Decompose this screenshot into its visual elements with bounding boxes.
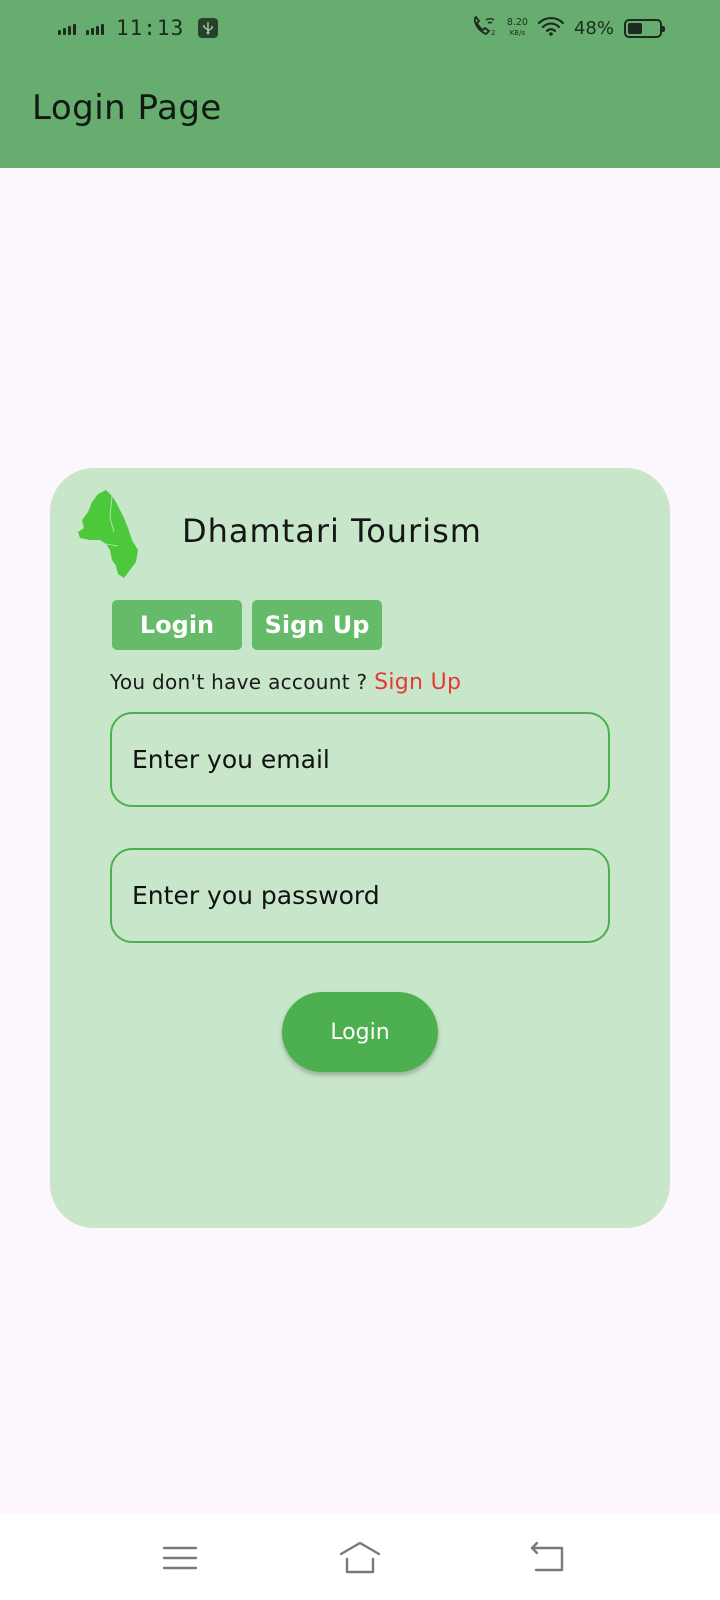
password-field[interactable] (110, 848, 610, 943)
status-time: 11:13 (116, 16, 185, 40)
navigation-bar (0, 1514, 720, 1600)
login-screen: 11:13 2 8.20 KB/s 48% Login Page Dhamtar… (0, 0, 720, 1600)
home-icon[interactable] (338, 1538, 381, 1578)
app-header: 11:13 2 8.20 KB/s 48% Login Page (0, 0, 720, 168)
battery-fill (628, 22, 642, 34)
page-title: Login Page (32, 88, 222, 128)
district-map-logo (76, 488, 144, 580)
status-bar: 11:13 2 8.20 KB/s 48% (0, 0, 720, 56)
back-icon[interactable] (528, 1538, 568, 1578)
menu-icon[interactable] (160, 1538, 200, 1578)
status-left: 11:13 (58, 14, 219, 42)
net-speed-unit: KB/s (509, 29, 526, 37)
signup-link[interactable]: Sign Up (374, 670, 461, 695)
login-button[interactable]: Login (282, 992, 438, 1072)
email-input[interactable] (132, 745, 608, 774)
email-field[interactable] (110, 712, 610, 807)
battery-icon (624, 18, 665, 38)
battery-percent: 48% (573, 17, 614, 39)
svg-text:2: 2 (491, 29, 495, 37)
net-speed: 8.20 KB/s (507, 18, 528, 38)
login-tab-button[interactable]: Login (112, 600, 242, 650)
signal-1-icon (58, 21, 76, 35)
brand-title: Dhamtari Tourism (182, 512, 482, 550)
usb-icon (198, 18, 219, 38)
password-input[interactable] (132, 881, 608, 910)
wifi-icon (537, 16, 565, 40)
wifi-call-icon: 2 (471, 15, 497, 41)
signal-2-icon (86, 21, 104, 35)
account-prompt-text: You don't have account ? (110, 670, 368, 694)
signup-tab-button[interactable]: Sign Up (252, 600, 382, 650)
net-speed-value: 8.20 (506, 17, 528, 28)
login-card: Dhamtari Tourism Login Sign Up You don't… (50, 468, 670, 1228)
status-right: 2 8.20 KB/s 48% (471, 14, 665, 42)
account-prompt-row: You don't have account ? Sign Up (110, 670, 461, 695)
